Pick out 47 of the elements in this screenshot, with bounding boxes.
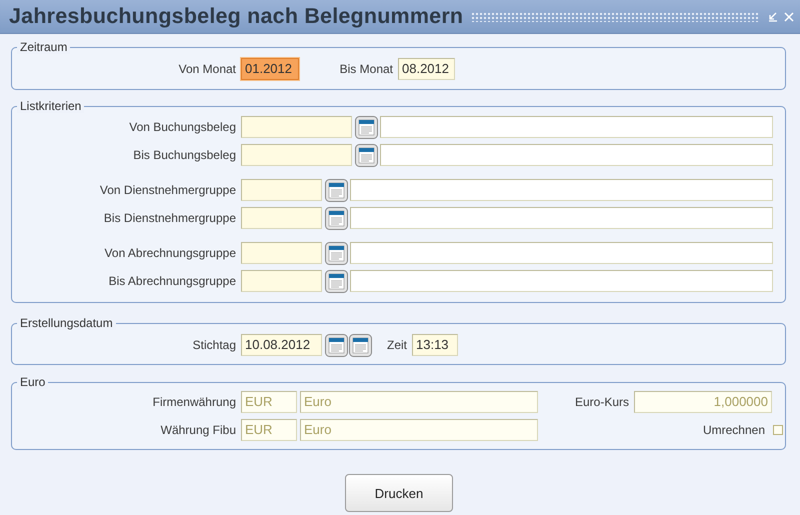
input-field[interactable]	[350, 270, 773, 292]
calendar-button[interactable]	[325, 178, 348, 202]
calendar-button[interactable]	[325, 242, 348, 264]
input-field[interactable]	[241, 179, 322, 201]
field-label: Zeit	[386, 338, 407, 352]
field-label: Bis Abrechnungsgruppe	[108, 274, 236, 288]
close-icon[interactable]	[784, 12, 794, 22]
print-button[interactable]: Drucken	[345, 474, 453, 512]
input-field[interactable]	[350, 179, 773, 201]
input-field[interactable]: 10.08.2012	[241, 334, 322, 356]
checkbox-label: Umrechnen	[702, 423, 765, 437]
field-label: Stichtag	[192, 338, 236, 352]
calendar-button[interactable]	[325, 334, 348, 356]
input-field[interactable]: 13:13	[412, 334, 458, 356]
input-field[interactable]	[241, 144, 352, 166]
field-label: Von Dienstnehmergruppe	[98, 183, 236, 197]
field-label: Von Abrechnungsgruppe	[104, 246, 236, 260]
calendar-button[interactable]	[349, 334, 372, 356]
calendar-button[interactable]	[325, 206, 348, 230]
field-label: Bis Monat	[338, 62, 393, 76]
field-label: Euro-Kurs	[574, 395, 629, 409]
field-label: Von Buchungsbeleg	[128, 120, 236, 134]
input-field[interactable]: 01.2012	[241, 58, 299, 80]
input-field[interactable]	[241, 270, 322, 292]
input-field[interactable]	[241, 207, 322, 229]
group-title: Erstellungsdatum	[17, 316, 116, 330]
window-title: Jahresbuchungsbeleg nach Belegnummern	[9, 4, 464, 29]
field-label: Von Monat	[178, 62, 236, 76]
input-field[interactable]	[350, 207, 773, 229]
calendar-button[interactable]	[355, 116, 378, 138]
input-field[interactable]: 08.2012	[398, 58, 455, 80]
group-title: Zeitraum	[17, 40, 70, 54]
minimize-icon[interactable]	[768, 12, 778, 22]
input-field[interactable]	[241, 242, 322, 264]
input-field[interactable]	[241, 116, 352, 138]
group-title: Listkriterien	[17, 99, 84, 113]
input-field[interactable]	[380, 116, 773, 138]
field-label: Währung Fibu	[160, 423, 236, 437]
group-title: Euro	[17, 375, 48, 389]
input-field[interactable]	[350, 242, 773, 264]
field-label: Bis Dienstnehmergruppe	[102, 211, 236, 225]
calendar-button[interactable]	[325, 270, 348, 292]
field-label: Bis Buchungsbeleg	[132, 148, 236, 162]
field-label: Firmenwährung	[152, 395, 236, 409]
calendar-button[interactable]	[355, 144, 378, 166]
checkbox[interactable]	[773, 425, 783, 435]
input-field[interactable]	[380, 144, 773, 166]
